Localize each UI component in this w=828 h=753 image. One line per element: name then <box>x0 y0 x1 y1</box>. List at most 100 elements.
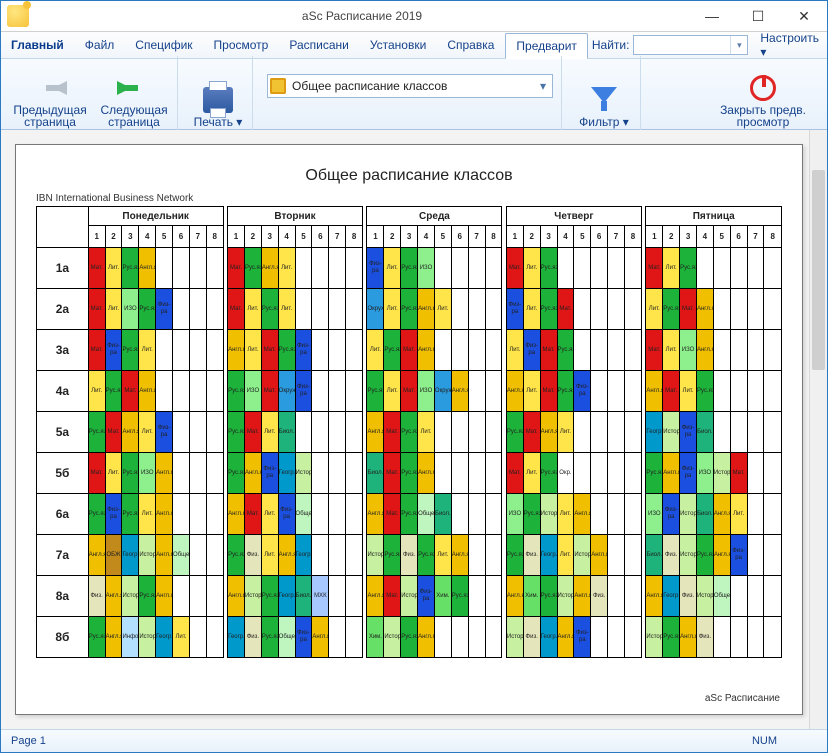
class-row-label: 6а <box>37 494 89 535</box>
lesson-cell <box>485 535 502 576</box>
lesson-cell: Мат. <box>88 330 105 371</box>
class-row-label: 7а <box>37 535 89 576</box>
filter-button[interactable]: Фильтр ▾ <box>576 86 632 128</box>
lesson-cell <box>713 289 730 330</box>
lesson-cell: Англ.яз. <box>646 371 663 412</box>
lesson-cell: Англ.яз. <box>105 576 122 617</box>
lesson-cell: Физ-ра <box>295 371 312 412</box>
maximize-button[interactable]: ☐ <box>735 1 781 31</box>
lesson-cell: Англ.яз. <box>418 453 435 494</box>
lesson-cell: Геогр. <box>156 617 173 658</box>
lesson-cell <box>312 289 329 330</box>
lesson-cell <box>591 289 608 330</box>
period-header: 4 <box>418 226 435 248</box>
tab-settings[interactable]: Установки <box>360 32 437 58</box>
corner-cell <box>37 207 89 248</box>
lesson-cell: Хим. <box>523 576 540 617</box>
tab-specific[interactable]: Специфик <box>125 32 203 58</box>
lesson-cell: Мат. <box>523 412 540 453</box>
close-preview-button[interactable]: Закрыть предв. просмотр <box>713 74 813 128</box>
chevron-down-icon[interactable]: ▾ <box>536 79 550 93</box>
lesson-cell <box>713 371 730 412</box>
lesson-cell <box>747 576 764 617</box>
lesson-cell: Англ.яз. <box>278 535 295 576</box>
lesson-cell <box>312 494 329 535</box>
lesson-cell: Мат. <box>540 330 557 371</box>
minimize-button[interactable]: — <box>689 1 735 31</box>
next-page-button[interactable]: Следующая страница <box>99 74 169 128</box>
lesson-cell <box>189 453 206 494</box>
lesson-cell <box>764 330 782 371</box>
lesson-cell: Рус.яз. <box>122 248 139 289</box>
status-num: NUM <box>752 735 777 747</box>
prev-page-button[interactable]: Предыдущая страница <box>15 74 85 128</box>
lesson-cell <box>764 289 782 330</box>
lesson-cell: Лит. <box>523 248 540 289</box>
schedule-type-combo[interactable]: Общее расписание классов ▾ <box>267 74 553 98</box>
lesson-cell: Рус.яз. <box>261 617 278 658</box>
tab-main[interactable]: Главный <box>1 32 75 58</box>
lesson-cell <box>451 248 468 289</box>
configure-button[interactable]: Настроить ▾ <box>752 31 827 59</box>
lesson-cell: Мат. <box>88 248 105 289</box>
lesson-cell <box>468 412 485 453</box>
lesson-cell <box>206 494 223 535</box>
vertical-scrollbar[interactable] <box>809 130 827 729</box>
lesson-cell: Рус.яз. <box>663 289 680 330</box>
tab-view[interactable]: Просмотр <box>204 32 280 58</box>
lesson-cell: Рус.яз. <box>540 248 557 289</box>
lesson-cell <box>747 453 764 494</box>
lesson-cell: Англ.яз. <box>156 576 173 617</box>
lesson-cell <box>206 617 223 658</box>
lesson-cell: Биол. <box>696 412 713 453</box>
lesson-cell <box>295 289 312 330</box>
lesson-cell <box>189 248 206 289</box>
lesson-cell: Рус.яз. <box>401 412 418 453</box>
lesson-cell: Лит. <box>88 371 105 412</box>
find-input[interactable]: ▾ <box>633 35 748 55</box>
lesson-cell <box>346 248 363 289</box>
lesson-cell: Рус.яз. <box>696 371 713 412</box>
schedule-icon <box>270 78 286 94</box>
class-row-label: 5а <box>37 412 89 453</box>
lesson-cell <box>189 617 206 658</box>
lesson-cell: Лит. <box>523 289 540 330</box>
lesson-cell: ИЗО <box>244 371 261 412</box>
lesson-cell <box>764 371 782 412</box>
lesson-cell: Мат. <box>261 330 278 371</box>
app-icon <box>7 5 29 27</box>
lesson-cell: Окруж. <box>434 371 451 412</box>
period-header: 3 <box>122 226 139 248</box>
lesson-cell: Общест. <box>173 535 190 576</box>
lesson-cell <box>764 494 782 535</box>
lesson-cell: Физ-ра <box>680 412 697 453</box>
lesson-cell: Англ.яз. <box>139 248 156 289</box>
lesson-cell: Физ-ра <box>506 289 523 330</box>
lesson-cell <box>451 617 468 658</box>
lesson-cell: Англ.яз. <box>646 576 663 617</box>
lesson-cell <box>329 330 346 371</box>
tab-help[interactable]: Справка <box>437 32 505 58</box>
lesson-cell <box>346 371 363 412</box>
close-button[interactable]: ✕ <box>781 1 827 31</box>
lesson-cell: Хим. <box>367 617 384 658</box>
lesson-cell <box>189 576 206 617</box>
lesson-cell <box>747 412 764 453</box>
lesson-cell <box>624 371 641 412</box>
lesson-cell: Англ.яз. <box>663 453 680 494</box>
tab-schedule[interactable]: Расписани <box>279 32 359 58</box>
period-header: 6 <box>451 226 468 248</box>
lesson-cell <box>329 535 346 576</box>
lesson-cell: Физ-ра <box>663 494 680 535</box>
lesson-cell: Мат. <box>384 453 401 494</box>
lesson-cell: Рус.яз. <box>646 453 663 494</box>
lesson-cell: Рус.яз. <box>228 412 245 453</box>
lesson-cell: Лит. <box>506 330 523 371</box>
find-dropdown-icon[interactable]: ▾ <box>730 36 747 54</box>
lesson-cell <box>468 330 485 371</box>
lesson-cell: МХК <box>312 576 329 617</box>
print-button[interactable]: Печать ▾ <box>192 86 244 128</box>
lesson-cell <box>591 248 608 289</box>
scrollbar-thumb[interactable] <box>812 170 825 370</box>
tab-file[interactable]: Файл <box>75 32 126 58</box>
